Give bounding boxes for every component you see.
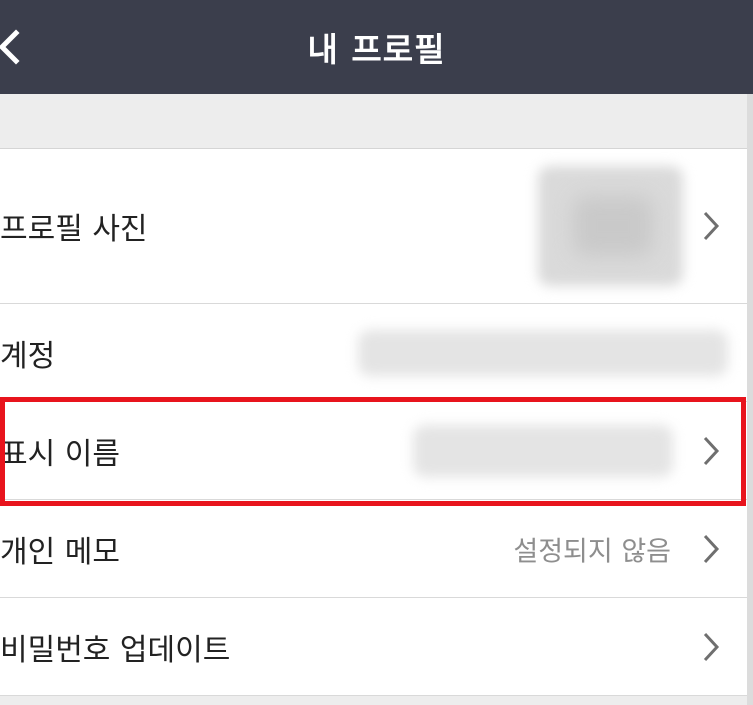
chevron-right-icon: [701, 209, 721, 243]
account-value-redacted: [358, 329, 728, 376]
chevron-right-icon: [701, 434, 721, 468]
row-label-update-password: 비밀번호 업데이트: [0, 632, 231, 668]
row-label-account: 계정: [0, 338, 56, 374]
row-profile-photo[interactable]: 프로필 사진: [0, 149, 753, 304]
chevron-right-icon: [701, 630, 721, 664]
row-label-profile-photo: 프로필 사진: [0, 212, 148, 247]
row-personal-memo[interactable]: 개인 메모 설정되지 않음: [0, 500, 753, 598]
row-update-password[interactable]: 비밀번호 업데이트: [0, 598, 753, 696]
header-bar: 내 프로필: [0, 0, 753, 94]
scrollbar[interactable]: [747, 94, 753, 705]
page-title: 내 프로필: [307, 30, 446, 69]
row-value-personal-memo: 설정되지 않음: [513, 536, 671, 567]
profile-settings-list: 프로필 사진 계정 표시 이름 개인 메모 설정되지 않음 비밀번호 업데이트: [0, 148, 753, 696]
profile-screen: 내 프로필 프로필 사진 계정 표시 이름 개인 메모 설정되지 않음 비밀번호…: [0, 0, 753, 705]
row-label-personal-memo: 개인 메모: [0, 534, 120, 570]
row-display-name[interactable]: 표시 이름: [0, 402, 753, 500]
display-name-value-redacted: [413, 424, 673, 477]
chevron-right-icon: [701, 532, 721, 566]
row-account[interactable]: 계정: [0, 304, 753, 402]
row-label-display-name: 표시 이름: [0, 436, 120, 472]
section-spacer: [0, 94, 753, 148]
